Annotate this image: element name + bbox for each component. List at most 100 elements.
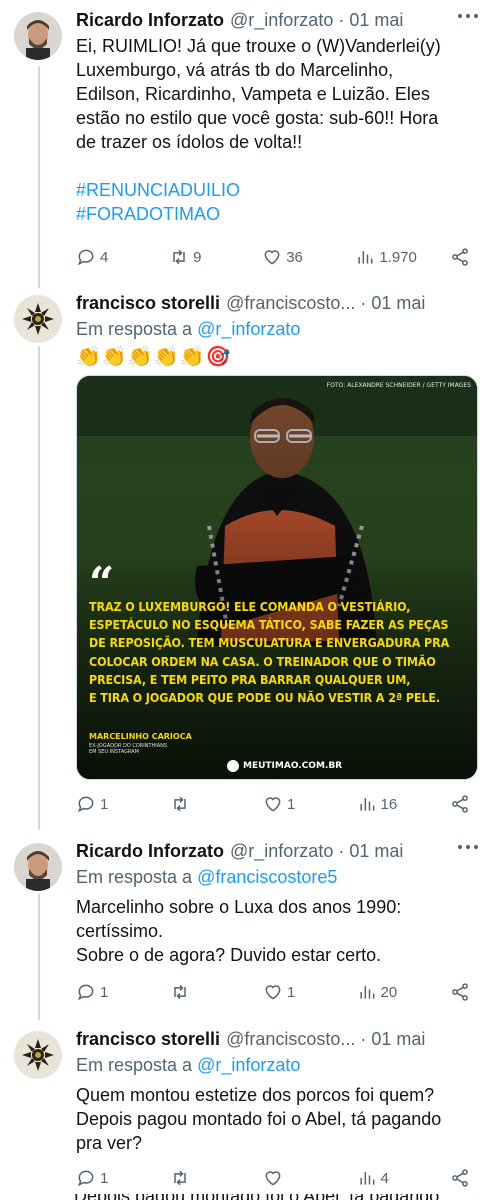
author-handle[interactable]: @r_inforzato	[230, 839, 333, 863]
views-count: 1.970	[379, 248, 417, 266]
tweet-text-line: Sobre o de agora? Duvido estar certo.	[76, 945, 382, 965]
views-button[interactable]: 16	[357, 794, 417, 814]
avatar[interactable]	[14, 295, 62, 343]
tweet-media-image[interactable]: FOTO: ALEXANDRE SCHNEIDER / GETTY IMAGES…	[76, 375, 478, 780]
like-button[interactable]: 1	[263, 982, 323, 1002]
tweet[interactable]: Ricardo Inforzato @r_inforzato · 01 mai …	[0, 0, 492, 285]
quote-line: PRECISA, E TEM PEITO PRA BARRAR QUALQUER…	[89, 671, 411, 687]
tweet-actions: 4 9 36 1.970	[76, 246, 470, 268]
views-button[interactable]: 1.970	[355, 247, 417, 267]
share-button[interactable]	[450, 794, 470, 814]
views-count: 20	[380, 983, 398, 1001]
quote-author: MARCELINHO CARIOCA EX-JOGADOR DO CORINTH…	[89, 732, 192, 755]
tweet-text-line: estão no estilo que você gosta: sub-60!!…	[76, 108, 439, 128]
tweet-date[interactable]: 01 mai	[371, 1027, 425, 1051]
site-logo-icon	[227, 760, 239, 772]
tweet-text: 👏 👏 👏 👏 👏 🎯	[76, 345, 478, 369]
tweet-actions: 1 1 20	[76, 981, 470, 1003]
views-icon	[358, 251, 373, 264]
reply-button[interactable]: 1	[76, 794, 136, 814]
share-button[interactable]	[450, 982, 470, 1002]
clap-emoji: 👏	[179, 346, 205, 368]
retweet-button[interactable]: 9	[169, 247, 229, 267]
reply-count: 1	[100, 983, 109, 1001]
tweet[interactable]: francisco storelli @franciscosto... · 01…	[0, 285, 492, 833]
tweet-actions: 1 1 16	[76, 793, 470, 815]
reply-prefix: Em resposta a	[76, 867, 193, 887]
target-emoji: 🎯	[205, 346, 231, 368]
views-button[interactable]: 4	[357, 1168, 417, 1188]
more-options-icon[interactable]	[458, 845, 478, 851]
reply-icon	[77, 1170, 94, 1187]
tweet-date[interactable]: 01 mai	[371, 291, 425, 315]
separator: ·	[338, 841, 345, 861]
share-icon	[452, 983, 468, 1001]
quote-block: TRAZ O LUXEMBURGO! ELE COMANDA O VESTIÁR…	[89, 598, 473, 707]
avatar[interactable]	[14, 843, 62, 891]
tweet-date[interactable]: 01 mai	[349, 839, 403, 863]
hashtag-link[interactable]: #FORADOTIMAO	[76, 202, 478, 226]
views-count: 16	[380, 795, 398, 813]
tweet-text: Ei, RUIMLIO! Já que trouxe o (W)Vanderle…	[76, 34, 478, 226]
reply-count: 1	[100, 1169, 109, 1187]
tweet-text-line: pra ver?	[76, 1133, 143, 1153]
quote-line: DE REPOSIÇÃO. TEM MUSCULATURA E ENVERGAD…	[89, 635, 450, 651]
reply-button[interactable]: 1	[76, 982, 136, 1002]
avatar[interactable]	[14, 1031, 62, 1079]
reply-to-handle[interactable]: @r_inforzato	[197, 1055, 300, 1075]
heart-icon	[265, 1171, 281, 1186]
views-icon	[359, 1172, 374, 1185]
separator: ·	[360, 293, 367, 313]
views-icon	[359, 798, 374, 811]
author-name[interactable]: francisco storelli	[76, 1027, 220, 1051]
heart-icon	[265, 797, 281, 812]
tweet-text-line: de trazer os ídolos de volta!!	[76, 132, 303, 152]
tweet-header: Ricardo Inforzato @r_inforzato · 01 mai	[76, 8, 478, 32]
reply-to-handle[interactable]: @franciscostore5	[197, 867, 337, 887]
tweet[interactable]: francisco storelli @franciscosto... · 01…	[0, 1021, 492, 1200]
like-count: 1	[287, 983, 296, 1001]
tweet-text-line: certíssimo.	[76, 921, 164, 941]
heart-icon	[265, 985, 281, 1000]
avatar[interactable]	[14, 12, 62, 60]
author-handle[interactable]: @franciscosto...	[226, 1027, 355, 1051]
site-logo: MEUTIMAO.COM.BR	[227, 760, 342, 772]
views-button[interactable]: 20	[357, 982, 417, 1002]
more-options-icon[interactable]	[458, 14, 478, 20]
retweet-icon	[173, 796, 186, 812]
tweet-header: francisco storelli @franciscosto... · 01…	[76, 291, 478, 315]
reply-button[interactable]: 4	[76, 247, 136, 267]
reply-button[interactable]: 1	[76, 1168, 136, 1188]
media-illustration	[77, 376, 477, 779]
like-button[interactable]	[263, 1168, 323, 1188]
heart-icon	[264, 250, 280, 265]
quote-line: E TIRA O JOGADOR QUE PODE OU NÃO VESTIR …	[89, 690, 441, 706]
reply-count: 4	[100, 248, 109, 266]
author-handle[interactable]: @franciscosto...	[226, 291, 355, 315]
tweet-text-line: Edilson, Ricardinho, Vampeta e Luizão. E…	[76, 84, 430, 104]
tweet-text-line: Ei, RUIMLIO! Já que trouxe o (W)Vanderle…	[76, 36, 441, 56]
author-name[interactable]: Ricardo Inforzato	[76, 8, 224, 32]
tweet[interactable]: Ricardo Inforzato @r_inforzato · 01 mai …	[0, 833, 492, 1021]
retweet-icon	[173, 1170, 186, 1186]
views-icon	[359, 986, 374, 999]
share-button[interactable]	[450, 247, 470, 267]
author-name[interactable]: francisco storelli	[76, 291, 220, 315]
quote-author-source: EM SEU INSTAGRAM	[89, 749, 139, 755]
like-button[interactable]: 1	[263, 794, 323, 814]
retweet-button[interactable]	[170, 982, 230, 1002]
tweet-date[interactable]: 01 mai	[349, 8, 403, 32]
reply-to-handle[interactable]: @r_inforzato	[197, 319, 300, 339]
author-handle[interactable]: @r_inforzato	[230, 8, 333, 32]
tweet-actions: 1 4	[76, 1167, 470, 1189]
tweet-header: Ricardo Inforzato @r_inforzato · 01 mai	[76, 839, 478, 863]
share-icon	[452, 1169, 468, 1187]
hashtag-link[interactable]: #RENUNCIADUILIO	[76, 178, 478, 202]
share-button[interactable]	[450, 1168, 470, 1188]
retweet-button[interactable]	[170, 1168, 230, 1188]
quote-line: TRAZ O LUXEMBURGO! ELE COMANDA O VESTIÁR…	[89, 599, 411, 614]
author-name[interactable]: Ricardo Inforzato	[76, 839, 224, 863]
retweet-button[interactable]	[170, 794, 230, 814]
like-button[interactable]: 36	[262, 247, 322, 267]
reply-context: Em resposta a @franciscostore5	[76, 865, 478, 889]
